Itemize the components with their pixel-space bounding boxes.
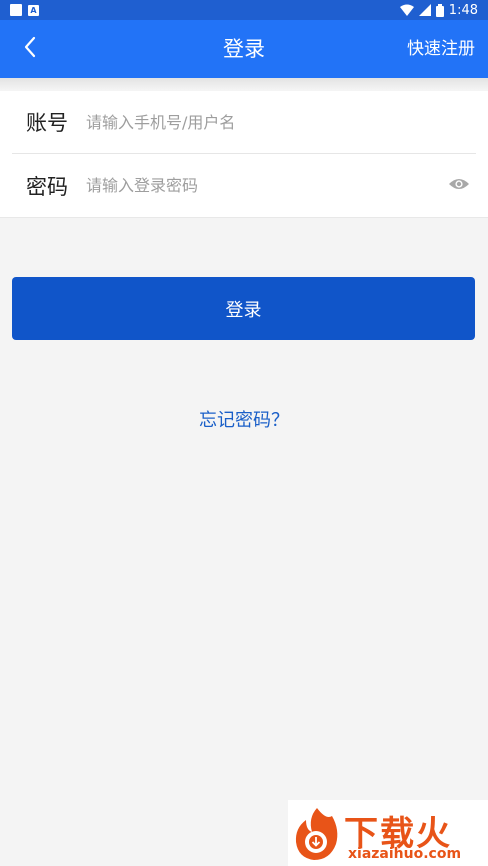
app-bar: 登录 快速注册 [0, 20, 488, 78]
quick-register-link[interactable]: 快速注册 [407, 20, 475, 78]
password-label: 密码 [26, 174, 68, 199]
eye-icon [448, 176, 470, 195]
app-a-icon: A [28, 4, 39, 16]
appbar-shadow [0, 78, 488, 90]
password-row: 密码 [12, 154, 476, 217]
signal-icon [418, 4, 431, 16]
status-time: 1:48 [448, 2, 478, 18]
watermark-url: xiazaihuo.com [348, 846, 462, 862]
password-input[interactable] [74, 165, 442, 206]
battery-icon [435, 3, 444, 17]
watermark: 下载火 xiazaihuo.com [288, 800, 488, 866]
flame-logo-icon [292, 806, 342, 866]
login-button[interactable]: 登录 [12, 277, 475, 340]
account-label: 账号 [26, 111, 68, 135]
login-form: 账号 密码 [0, 91, 488, 218]
back-button[interactable] [10, 29, 50, 69]
account-input[interactable] [74, 102, 476, 142]
forgot-password-link[interactable]: 忘记密码？ [0, 406, 488, 432]
wifi-icon [399, 4, 414, 16]
notification-square-icon [10, 4, 22, 16]
password-visibility-toggle[interactable] [442, 169, 476, 203]
chevron-left-icon [22, 35, 38, 63]
status-bar: A 1:48 [0, 0, 488, 20]
account-row: 账号 [12, 91, 476, 154]
